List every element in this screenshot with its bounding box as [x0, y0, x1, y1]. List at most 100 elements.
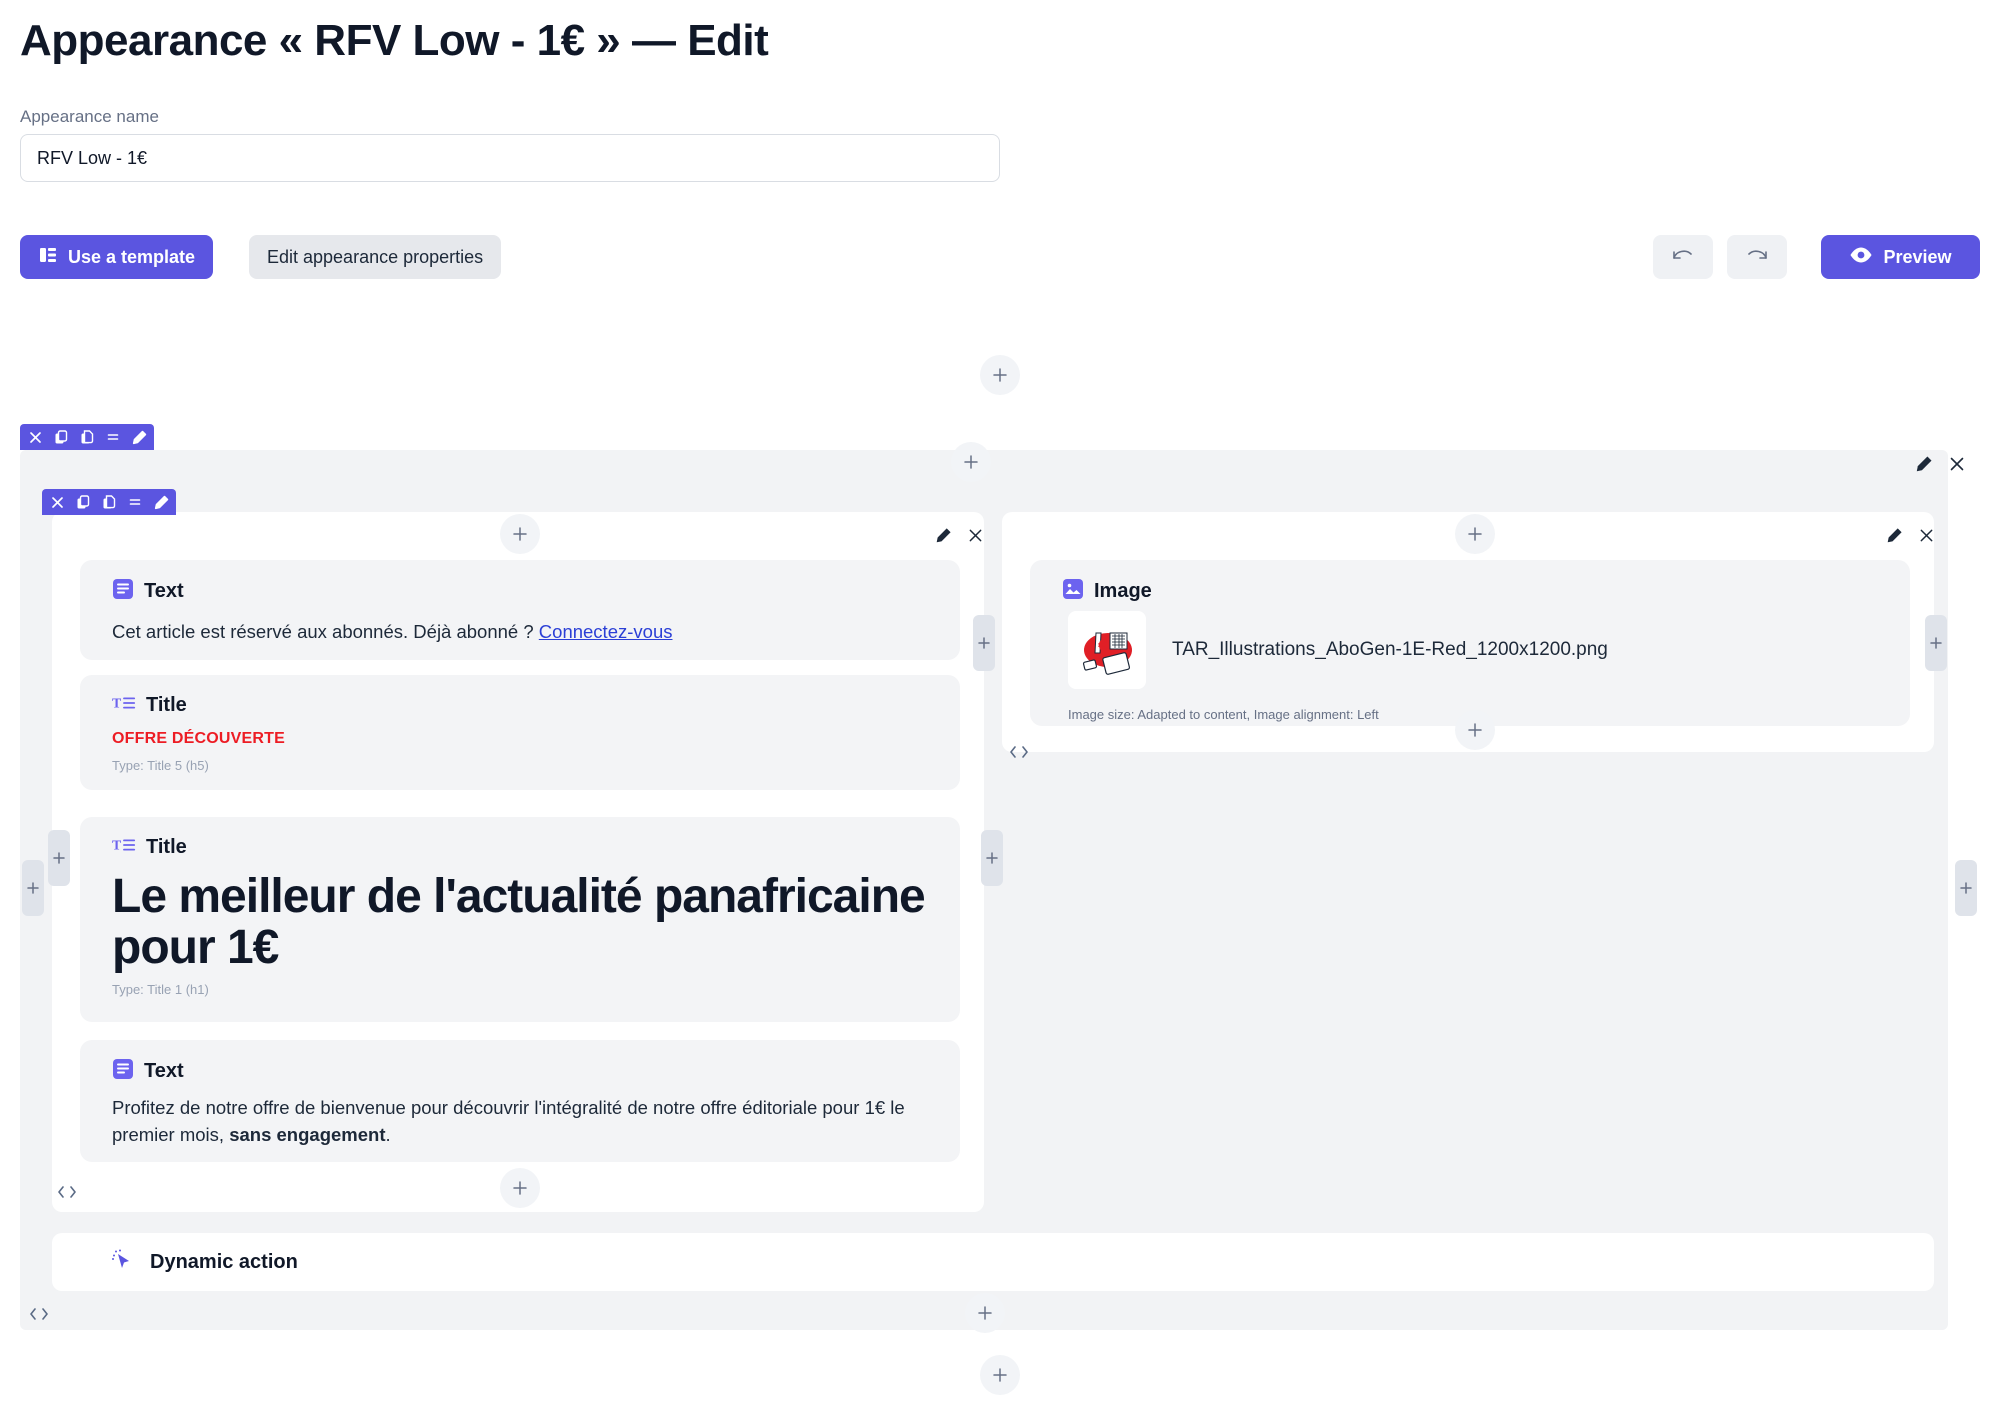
block-image-1[interactable]: Image € TAR_Illustrations_AboGen-1E-Red_… [1030, 560, 1910, 726]
text-block-icon [112, 1058, 134, 1085]
cursor-icon [110, 1248, 134, 1277]
add-icon [511, 1179, 529, 1197]
block-header: T Title [80, 675, 960, 718]
svg-text:€: € [1098, 636, 1108, 655]
add-icon [976, 1304, 994, 1322]
section-close-button[interactable] [22, 424, 48, 450]
add-column-outer-right-button[interactable] [1955, 860, 1977, 916]
page-title: Appearance « RFV Low - 1€ » — Edit [20, 16, 769, 65]
dynamic-action-label: Dynamic action [150, 1250, 298, 1273]
block-text-1[interactable]: Text Cet article est réservé aux abonnés… [80, 560, 960, 660]
title-preview-text: OFFRE DÉCOUVERTE [112, 730, 285, 747]
title-block-icon: T [112, 693, 136, 718]
section-move-button[interactable] [100, 424, 126, 450]
add-block-left-top-button[interactable] [500, 514, 540, 554]
add-column-middle-left-button[interactable] [973, 615, 995, 671]
section-outer-header-actions [1915, 455, 1965, 473]
template-icon [38, 245, 58, 270]
section-toolbar-outer[interactable] [20, 424, 154, 450]
column-right-code-icon[interactable] [1010, 745, 1028, 759]
undo-button[interactable] [1653, 235, 1713, 279]
block-content: OFFRE DÉCOUVERTE Type: Title 5 (h5) [80, 718, 960, 793]
add-column-right-button[interactable] [1925, 615, 1947, 671]
section-close-icon-button[interactable] [1949, 456, 1965, 472]
redo-icon [1744, 246, 1770, 269]
block-type-label: Title [146, 836, 187, 858]
section-edit-button[interactable] [126, 424, 152, 450]
add-icon [1466, 525, 1484, 543]
preview-button[interactable]: Preview [1821, 235, 1980, 279]
row-move-button[interactable] [122, 489, 148, 515]
block-type-label: Image [1094, 580, 1152, 602]
text-content: Cet article est réservé aux abonnés. Déj… [112, 621, 539, 642]
column-left-close-button[interactable] [968, 528, 983, 543]
text-block-icon [112, 578, 134, 605]
redo-button[interactable] [1727, 235, 1787, 279]
block-title-2[interactable]: T Title Le meilleur de l'actualité panaf… [80, 817, 960, 1022]
image-filename: TAR_Illustrations_AboGen-1E-Red_1200x120… [1172, 639, 1608, 660]
add-row-bottom-button[interactable] [965, 1293, 1005, 1333]
block-type-label: Text [144, 580, 184, 602]
add-column-middle-right-button[interactable] [981, 830, 1003, 886]
add-block-left-bottom-button[interactable] [500, 1168, 540, 1208]
add-icon [991, 1366, 1009, 1384]
column-left-header-actions [935, 527, 983, 544]
svg-text:T: T [112, 696, 122, 711]
title-block-icon: T [112, 835, 136, 860]
block-header: T Title [80, 817, 960, 860]
section-edit-icon-button[interactable] [1915, 455, 1933, 473]
row-toolbar[interactable] [42, 489, 176, 515]
preview-label: Preview [1883, 246, 1952, 267]
use-a-template-button[interactable]: Use a template [20, 235, 214, 279]
title-preview-text: Le meilleur de l'actualité panafricaine … [112, 870, 926, 974]
add-icon [511, 525, 529, 543]
add-section-bottom-button[interactable] [980, 1355, 1020, 1395]
text-content-bold: sans engagement [229, 1123, 386, 1145]
row-edit-button[interactable] [148, 489, 174, 515]
image-file-row: € TAR_Illustrations_AboGen-1E-Red_1200x1… [1030, 605, 1910, 689]
title-type-meta: Type: Title 5 (h5) [112, 758, 209, 773]
add-section-top-button[interactable] [980, 355, 1020, 395]
block-header: Image [1030, 560, 1910, 605]
text-content-part3: . [385, 1123, 391, 1145]
row-copy-button[interactable] [96, 489, 122, 515]
block-type-label: Text [144, 1060, 184, 1082]
column-right-header-actions [1886, 527, 1934, 544]
add-icon [991, 366, 1009, 384]
title-type-meta: Type: Title 1 (h1) [112, 981, 209, 997]
block-type-label: Title [146, 694, 187, 716]
section-duplicate-button[interactable] [48, 424, 74, 450]
add-column-outer-left-button[interactable] [22, 860, 44, 916]
appearance-name-label: Appearance name [20, 107, 159, 126]
image-thumbnail: € [1068, 611, 1146, 689]
column-right-edit-button[interactable] [1886, 527, 1903, 544]
column-left-code-icon[interactable] [58, 1185, 76, 1199]
svg-text:T: T [112, 838, 122, 853]
block-content: Le meilleur de l'actualité panafricaine … [80, 860, 960, 1017]
block-content: Profitez de notre offre de bienvenue pou… [80, 1085, 960, 1169]
image-block-icon [1062, 578, 1084, 605]
appearance-name-input[interactable] [20, 134, 1000, 182]
add-row-top-button[interactable] [951, 442, 991, 482]
section-code-icon[interactable] [30, 1307, 48, 1321]
block-header: Text [80, 560, 960, 605]
row-close-button[interactable] [44, 489, 70, 515]
column-left-edit-button[interactable] [935, 527, 952, 544]
use-a-template-label: Use a template [68, 246, 196, 267]
connectez-vous-link[interactable]: Connectez-vous [539, 621, 673, 642]
row-duplicate-button[interactable] [70, 489, 96, 515]
add-column-left-button[interactable] [48, 830, 70, 886]
appearance-editor-page: Appearance « RFV Low - 1€ » — Edit Appea… [0, 0, 2000, 1412]
add-block-right-top-button[interactable] [1455, 514, 1495, 554]
edit-appearance-properties-button[interactable]: Edit appearance properties [249, 235, 502, 279]
dynamic-action-block[interactable]: Dynamic action [52, 1233, 1934, 1291]
edit-appearance-properties-label: Edit appearance properties [267, 246, 484, 267]
undo-icon [1670, 246, 1696, 269]
block-title-1[interactable]: T Title OFFRE DÉCOUVERTE Type: Title 5 (… [80, 675, 960, 790]
column-right-close-button[interactable] [1919, 528, 1934, 543]
add-block-right-bottom-button[interactable] [1455, 710, 1495, 750]
add-icon [962, 453, 980, 471]
add-icon [1466, 721, 1484, 739]
section-copy-button[interactable] [74, 424, 100, 450]
block-text-2[interactable]: Text Profitez de notre offre de bienvenu… [80, 1040, 960, 1162]
